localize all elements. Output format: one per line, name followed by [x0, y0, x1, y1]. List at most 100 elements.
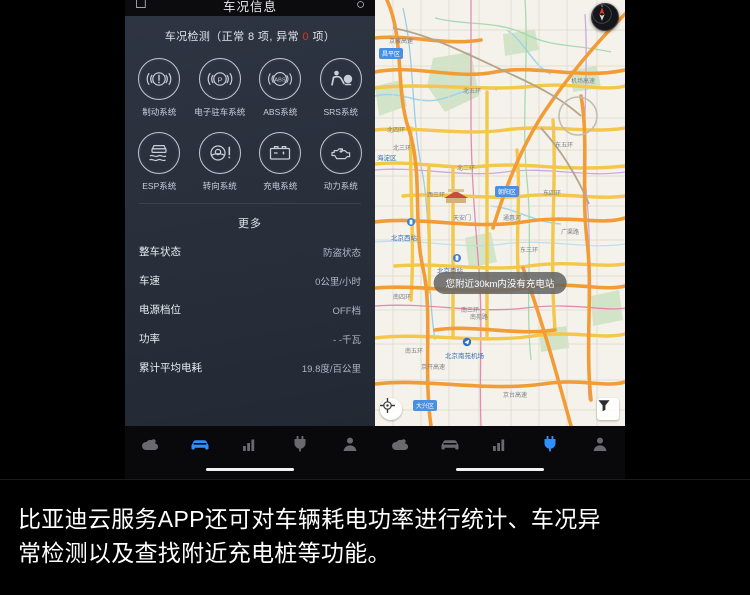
circle-icon[interactable]: ○ — [356, 0, 365, 13]
map-label: 西三环 — [427, 193, 446, 199]
svg-text:P: P — [217, 75, 222, 84]
system-label: 电子驻车系统 — [194, 107, 246, 117]
stat-row: 车速 0公里/小时 — [139, 266, 361, 295]
caption-line-1: 比亚迪云服务APP还可对车辆耗电功率进行统计、车况异 — [18, 506, 601, 532]
system-item-brake[interactable]: 制动系统 — [129, 58, 190, 118]
svg-text:N: N — [601, 4, 603, 8]
system-item-abs[interactable]: ABS ABS系统 — [250, 58, 311, 118]
battery-icon — [259, 132, 302, 174]
tab-profile[interactable] — [575, 436, 625, 452]
map-label: 东三环 — [520, 248, 539, 254]
compass-icon[interactable]: N — [591, 3, 619, 31]
system-label: 动力系统 — [323, 181, 358, 191]
map-vector — [375, 0, 625, 426]
system-label: 制动系统 — [142, 107, 177, 117]
stat-value: - -千瓦 — [333, 334, 361, 346]
system-label: 转向系统 — [202, 181, 237, 191]
abs-icon: ABS — [259, 58, 302, 100]
tab-statistics[interactable] — [475, 437, 525, 452]
map-label: 广渠路 — [561, 230, 580, 236]
stat-key: 电源档位 — [139, 304, 181, 316]
stat-row: 功率 - -千瓦 — [139, 324, 361, 353]
stat-value: 0公里/小时 — [315, 276, 361, 288]
engine-icon — [319, 132, 362, 174]
system-item-esp[interactable]: ESP系统 — [129, 132, 190, 192]
no-charging-station-toast: 您附近30km内没有充电站 — [433, 272, 567, 294]
right-phone-screenshot: 北五环 北四环 北三环 北二环 天安门 通惠河 广渠路 西三环 东三环 东四环 南三环 南四环 南五环南… — [375, 0, 625, 480]
tab-vehicle[interactable] — [425, 437, 475, 452]
map-label: 北京南苑机场 — [445, 353, 484, 360]
map-label: 南四环 — [393, 295, 412, 301]
system-item-powertrain[interactable]: 动力系统 — [311, 132, 372, 192]
map-district-badge: 大兴区 — [413, 400, 438, 411]
system-item-parking-brake[interactable]: P 电子驻车系统 — [190, 58, 251, 118]
tab-charging[interactable] — [525, 436, 575, 452]
diagnostic-prefix: 车况检测（正常 8 项, 异常 — [164, 31, 303, 43]
map-label: 东五环 — [555, 143, 574, 149]
map-label: 北五环 — [463, 89, 482, 95]
map-label: 机场高速 — [571, 79, 596, 85]
map-label: 京开高速 — [421, 365, 446, 371]
stat-row: 累计平均电耗 19.8度/百公里 — [139, 353, 361, 382]
filter-funnel-icon[interactable] — [597, 398, 619, 420]
map-label: 北京西站 — [391, 235, 417, 242]
left-bottom-tabbar — [125, 426, 375, 480]
map-label: 海淀区 — [377, 155, 397, 162]
map-label: 南苑路 — [470, 315, 489, 321]
system-item-charging[interactable]: 充电系统 — [250, 132, 311, 192]
system-label: ESP系统 — [142, 181, 177, 191]
map-label: 通惠河 — [503, 216, 522, 222]
stat-row: 电源档位 OFF档 — [139, 295, 361, 324]
esp-skid-icon — [138, 132, 181, 174]
system-label: SRS系统 — [323, 107, 358, 117]
map-label: 京藏高速 — [389, 39, 414, 45]
app-header: ☐ 车况信息 ○ — [125, 0, 375, 16]
brake-warning-icon — [138, 58, 181, 100]
system-icon-row-1: 制动系统 P 电子驻车系统 ABS ABS系统 SRS系统 — [125, 44, 375, 118]
map-label: 南五环 — [405, 349, 424, 355]
map-district-badge: 昌平区 — [379, 48, 404, 59]
map-label: 北三环 — [393, 146, 412, 152]
stat-value: OFF档 — [332, 305, 362, 317]
stat-value: 防盗状态 — [322, 247, 361, 259]
system-item-srs[interactable]: SRS系统 — [311, 58, 372, 118]
tab-statistics[interactable] — [225, 437, 275, 452]
tab-profile[interactable] — [325, 436, 375, 452]
map-district-badge: 朝阳区 — [495, 186, 520, 197]
stat-key: 累计平均电耗 — [139, 362, 202, 374]
page-title: 车况信息 — [222, 0, 277, 14]
steering-wheel-icon — [198, 132, 241, 174]
stat-key: 整车状态 — [139, 246, 181, 258]
tab-cloud[interactable] — [125, 437, 175, 452]
tab-charging[interactable] — [275, 436, 325, 452]
back-icon[interactable]: ☐ — [135, 0, 147, 12]
vehicle-status-panel: 车况检测（正常 8 项, 异常 0 项） 制动系统 P 电子驻车系统 ABS A… — [125, 16, 375, 426]
tab-vehicle[interactable] — [175, 437, 225, 452]
system-label: ABS系统 — [263, 107, 298, 117]
vehicle-stats-list: 整车状态 防盗状态 车速 0公里/小时 电源档位 OFF档 功率 - -千瓦 累… — [125, 237, 375, 382]
map-label: 京台高速 — [503, 393, 528, 399]
system-item-steering[interactable]: 转向系统 — [190, 132, 251, 192]
system-icon-row-2: ESP系统 转向系统 充电系统 动力系统 — [125, 118, 375, 192]
tab-cloud[interactable] — [375, 437, 425, 452]
stat-key: 车速 — [139, 275, 160, 287]
map-label: 北四环 — [387, 128, 406, 134]
left-phone-screenshot: ☐ 车况信息 ○ 车况检测（正常 8 项, 异常 0 项） 制动系统 P 电子驻… — [125, 0, 375, 480]
map-label: 北二环 — [457, 166, 476, 172]
home-indicator — [456, 467, 544, 471]
crosshair-locate-icon[interactable] — [380, 398, 402, 420]
svg-text:ABS: ABS — [275, 78, 286, 84]
stat-key: 功率 — [139, 333, 160, 345]
diagnostic-suffix: 项） — [309, 31, 336, 43]
system-label: 充电系统 — [263, 181, 298, 191]
more-label[interactable]: 更多 — [125, 204, 375, 237]
stat-row: 整车状态 防盗状态 — [139, 237, 361, 266]
map-canvas[interactable]: 北五环 北四环 北三环 北二环 天安门 通惠河 广渠路 西三环 东三环 东四环 南三环 南四环 南五环南… — [375, 0, 625, 426]
caption-block: 比亚迪云服务APP还可对车辆耗电功率进行统计、车况异 常检测以及查找附近充电桩等… — [0, 480, 750, 595]
parking-brake-icon: P — [198, 58, 241, 100]
screenshot-root: ☐ 车况信息 ○ 车况检测（正常 8 项, 异常 0 项） 制动系统 P 电子驻… — [0, 0, 750, 595]
home-indicator — [206, 467, 294, 471]
right-bottom-tabbar — [375, 426, 625, 480]
diagnostic-summary: 车况检测（正常 8 项, 异常 0 项） — [125, 16, 375, 44]
map-label: 东四环 — [543, 191, 562, 197]
